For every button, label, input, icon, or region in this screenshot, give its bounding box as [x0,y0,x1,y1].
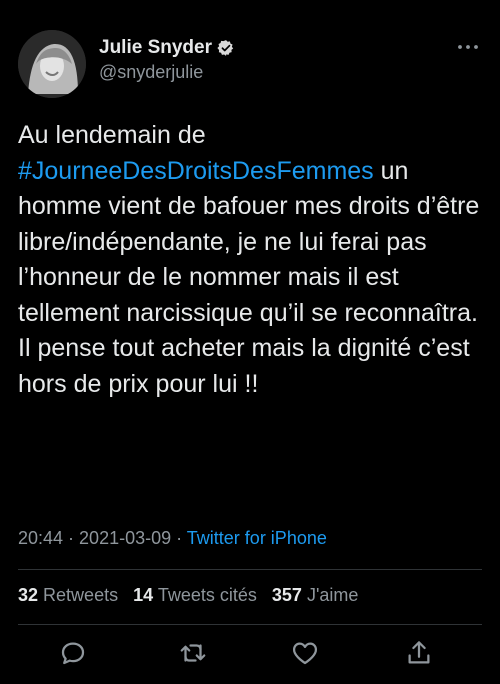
display-name-row: Julie Snyder [99,36,235,60]
action-bar [0,638,500,668]
likes-count: 357 [271,585,302,605]
retweets-label: Retweets [43,585,119,605]
quotes-label: Tweets cités [157,585,257,605]
tweet-source-link[interactable]: Twitter for iPhone [187,528,327,548]
retweet-button[interactable] [178,638,208,668]
retweets-stat[interactable]: 32 Retweets [18,585,118,605]
meta-separator: · [171,528,187,548]
meta-separator: · [63,528,80,548]
like-button[interactable] [290,638,320,668]
retweet-icon [180,644,206,662]
quotes-count: 14 [133,585,154,605]
verified-badge-icon [217,40,234,56]
share-icon [408,641,430,664]
reply-icon [61,642,85,665]
author-block: Julie Snyder @snyderjulie [99,36,235,83]
tweet-text-start: Au lendemain de [18,121,206,149]
display-name[interactable]: Julie Snyder [99,37,212,59]
tweet-time[interactable]: 20:44 [18,528,63,548]
avatar[interactable] [18,30,86,98]
more-horizontal-icon[interactable] [456,42,480,52]
share-button[interactable] [404,638,434,668]
tweet-meta: 20:44 · 2021-03-09 · Twitter for iPhone [18,528,327,549]
user-handle[interactable]: @snyderjulie [99,62,235,83]
likes-label: J'aime [306,585,359,605]
divider [18,624,482,625]
tweet-text-rest: un homme vient de bafouer mes droits d’ê… [18,156,480,398]
tweet-text: Au lendemain de #JourneeDesDroitsDesFemm… [18,118,488,402]
tweet-detail: Julie Snyder @snyderjulie Au lendemain d… [0,0,500,684]
like-heart-icon [292,642,318,665]
tweet-header: Julie Snyder @snyderjulie [18,30,488,98]
retweets-count: 32 [18,585,39,605]
likes-stat[interactable]: 357 J'aime [272,585,359,605]
engagement-stats: 32 Retweets 14 Tweets cités 357 J'aime [18,585,368,606]
tweet-date[interactable]: 2021-03-09 [79,528,171,548]
reply-button[interactable] [58,638,88,668]
divider [18,569,482,570]
hashtag-link[interactable]: #JourneeDesDroitsDesFemmes [18,157,374,185]
quotes-stat[interactable]: 14 Tweets cités [133,585,257,605]
